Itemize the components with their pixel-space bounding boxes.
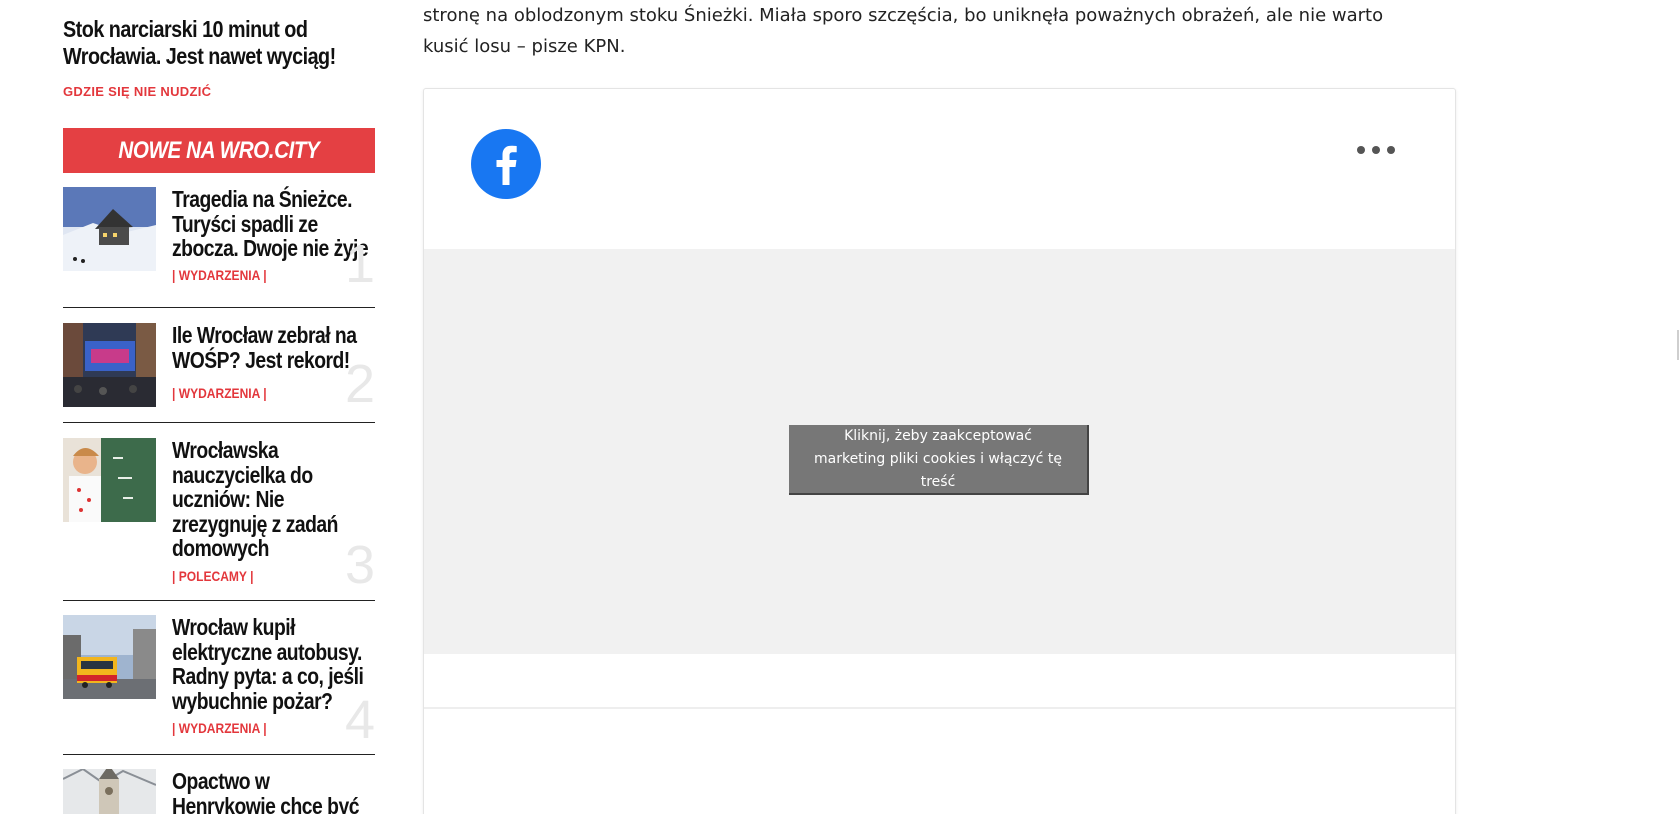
list-item-title[interactable]: Wrocław kupił elektryczne autobusy. Radn… — [172, 615, 372, 713]
list-item-title-text[interactable]: Ile Wrocław zebrał na WOŚP? Jest rekord! — [172, 323, 372, 372]
list-item-category[interactable]: | WYDARZENIA | — [172, 267, 282, 283]
thumbnail-electric-bus[interactable] — [63, 615, 156, 699]
article-paragraph: stronę na oblodzonym stoku Śnieżki. Miał… — [423, 5, 1384, 57]
list-item-rank: 1 — [344, 234, 375, 294]
list-item[interactable]: Wrocław kupił elektryczne autobusy. Radn… — [63, 615, 375, 747]
embed-divider — [424, 707, 1455, 709]
more-options-icon[interactable] — [1357, 144, 1395, 156]
section-banner-label: NOWE NA WRO.CITY — [118, 136, 320, 164]
divider — [63, 600, 375, 601]
thumbnail-snow-hut[interactable] — [63, 187, 156, 271]
list-item-rank: 3 — [344, 535, 375, 595]
list-item-rank: 2 — [344, 354, 375, 414]
embed-placeholder: Kliknij, żeby zaakceptować marketing pli… — [424, 249, 1455, 654]
list-item-rank: 4 — [344, 690, 375, 750]
accept-cookies-button[interactable]: Kliknij, żeby zaakceptować marketing pli… — [789, 425, 1089, 495]
list-item-title-text[interactable]: Wrocławska nauczycielka do uczniów: Nie … — [172, 438, 372, 561]
list-item-title-text[interactable]: Wrocław kupił elektryczne autobusy. Radn… — [172, 615, 372, 713]
list-item[interactable]: Wrocławska nauczycielka do uczniów: Nie … — [63, 438, 375, 592]
list-item-title-text[interactable]: Opactwo w Henrykowie chce być — [172, 769, 372, 814]
divider — [63, 422, 375, 423]
list-item-category-text[interactable]: | WYDARZENIA | — [172, 385, 267, 401]
list-item-category[interactable]: | WYDARZENIA | — [172, 720, 282, 736]
list-item-title[interactable]: Wrocławska nauczycielka do uczniów: Nie … — [172, 438, 372, 561]
list-item-category[interactable]: | POLECAMY | — [172, 568, 267, 584]
list-item[interactable]: Opactwo w Henrykowie chce być — [63, 769, 375, 814]
list-item[interactable]: Tragedia na Śnieżce. Turyści spadli ze z… — [63, 187, 375, 291]
facebook-embed-card: Kliknij, żeby zaakceptować marketing pli… — [423, 88, 1456, 814]
sidebar-top-article-title[interactable]: Stok narciarski 10 minut od Wrocławia. J… — [63, 16, 373, 70]
list-item-category-text[interactable]: | WYDARZENIA | — [172, 267, 267, 283]
thumbnail-abbey-image — [63, 769, 156, 814]
list-item-title[interactable]: Ile Wrocław zebrał na WOŚP? Jest rekord! — [172, 323, 372, 372]
section-banner-new: NOWE NA WRO.CITY — [63, 128, 375, 173]
facebook-icon[interactable] — [471, 129, 541, 199]
list-item-category-text[interactable]: | WYDARZENIA | — [172, 720, 267, 736]
thumbnail-teacher-chalkboard[interactable] — [63, 438, 156, 522]
list-item-category[interactable]: | WYDARZENIA | — [172, 385, 282, 401]
divider — [63, 754, 375, 755]
facebook-logo-svg — [471, 129, 541, 199]
list-item-title[interactable]: Tragedia na Śnieżce. Turyści spadli ze z… — [172, 187, 372, 261]
thumbnail-abbey[interactable] — [63, 769, 156, 814]
sidebar-top-article-category[interactable]: GDZIE SIĘ NIE NUDZIĆ — [63, 84, 211, 99]
divider — [63, 307, 375, 308]
list-item-title[interactable]: Opactwo w Henrykowie chce być — [172, 769, 372, 814]
list-item-category-text[interactable]: | POLECAMY | — [172, 568, 253, 584]
thumbnail-snow-hut-image — [63, 187, 156, 271]
thumbnail-teacher-chalkboard-image — [63, 438, 156, 522]
list-item-title-text[interactable]: Tragedia na Śnieżce. Turyści spadli ze z… — [172, 187, 372, 261]
thumbnail-concert-stage[interactable] — [63, 323, 156, 407]
thumbnail-electric-bus-image — [63, 615, 156, 699]
thumbnail-concert-stage-image — [63, 323, 156, 407]
list-item[interactable]: Ile Wrocław zebrał na WOŚP? Jest rekord!… — [63, 323, 375, 413]
